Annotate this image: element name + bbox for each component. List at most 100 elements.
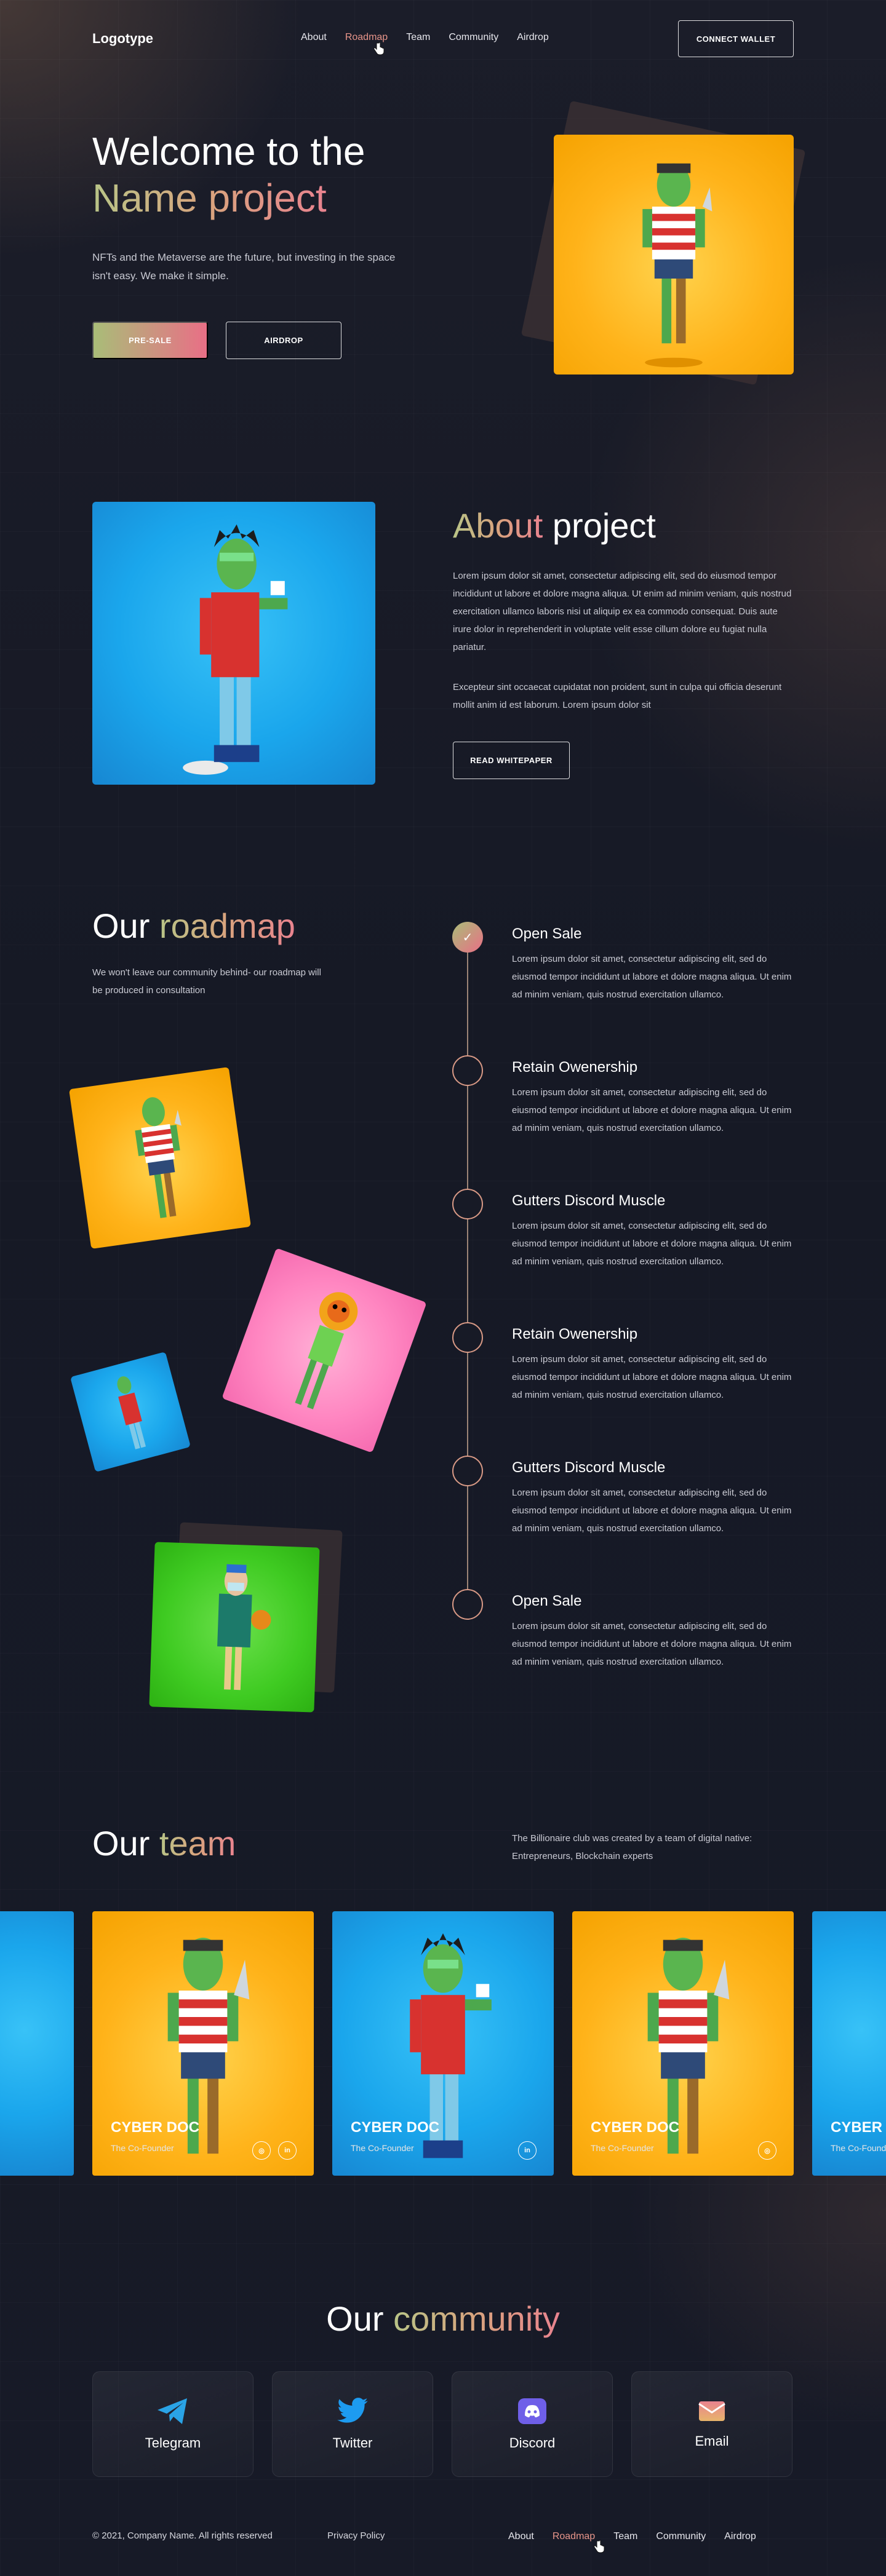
airdrop-button[interactable]: AIRDROP: [226, 322, 341, 359]
hero-subtitle: NFTs and the Metaverse are the future, b…: [92, 252, 396, 282]
nav-community[interactable]: Community: [449, 32, 498, 43]
roadmap-title: Our roadmap: [92, 906, 295, 946]
community-label: Email: [695, 2433, 729, 2449]
roadmap-title-accent: roadmap: [159, 906, 295, 945]
team-member-role: The Co-Founder: [351, 2143, 414, 2153]
footer-nav-community[interactable]: Community: [656, 2531, 706, 2542]
team-member-name: CYBER DOC: [111, 2119, 200, 2136]
cursor-hand-icon: [373, 42, 385, 55]
community-card-telegram[interactable]: Telegram: [92, 2371, 253, 2477]
copyright-text: © 2021, Company Name. All rights reserve…: [92, 2530, 273, 2541]
about-title: About project: [453, 505, 656, 545]
read-whitepaper-button[interactable]: READ WHITEPAPER: [453, 742, 570, 779]
discord-icon: [518, 2398, 546, 2424]
email-icon: [698, 2401, 725, 2421]
about-title-accent: About: [453, 506, 543, 545]
team-member-name: CYBER DOC: [831, 2119, 886, 2136]
roadmap-item-text: Lorem ipsum dolor sit amet, consectetur …: [512, 1087, 792, 1133]
community-title-accent: community: [393, 2299, 560, 2338]
timeline-line: [467, 935, 468, 1604]
team-title-plain: Our: [92, 1824, 150, 1863]
check-icon: ✓: [462, 930, 473, 945]
roadmap-item-text: Lorem ipsum dolor sit amet, consectetur …: [512, 1621, 792, 1667]
team-member-name: CYBER DOC: [351, 2119, 440, 2136]
background-grid: [0, 0, 886, 2576]
footer-nav-roadmap[interactable]: Roadmap: [553, 2531, 595, 2542]
footer-nav: About Roadmap Team Community Airdrop: [508, 2531, 756, 2542]
timeline-dot-done: ✓: [452, 922, 483, 953]
about-paragraph-2: Excepteur sint occaecat cupidatat non pr…: [453, 682, 782, 710]
team-member-role: The Co-Founder: [831, 2143, 886, 2153]
roadmap-item-text: Lorem ipsum dolor sit amet, consectetur …: [512, 1354, 792, 1400]
about-title-rest: project: [552, 506, 656, 545]
doctor-character: [217, 1564, 271, 1690]
team-member-role: The Co-Founder: [591, 2143, 654, 2153]
hero-nft-image: [554, 135, 794, 375]
roadmap-item-text: Lorem ipsum dolor sit amet, consectetur …: [512, 1488, 792, 1534]
roadmap-item-text: Lorem ipsum dolor sit amet, consectetur …: [512, 954, 792, 1000]
roadmap-item-title: Open Sale: [512, 1593, 582, 1609]
timeline-dot: [452, 1589, 483, 1620]
community-card-discord[interactable]: Discord: [452, 2371, 613, 2477]
team-title-accent: team: [159, 1824, 236, 1863]
roadmap-title-plain: Our: [92, 906, 150, 945]
privacy-policy-link[interactable]: Privacy Policy: [327, 2530, 385, 2541]
community-card-email[interactable]: Email: [631, 2371, 792, 2477]
telegram-icon: [158, 2398, 187, 2424]
team-card-partial-right[interactable]: CYBER DOC The Co-Founder: [812, 1911, 886, 2176]
team-card-partial-left[interactable]: [0, 1911, 74, 2176]
roadmap-item-title: Gutters Discord Muscle: [512, 1459, 666, 1476]
nav-team[interactable]: Team: [406, 32, 430, 43]
footer-nav-team[interactable]: Team: [613, 2531, 637, 2542]
team-member-role: The Co-Founder: [111, 2143, 174, 2153]
zombie-knife-character: [642, 163, 712, 368]
roadmap-image-2: [222, 1248, 427, 1453]
flower-character: [295, 1292, 358, 1409]
hero-title-line1: Welcome to the: [92, 129, 365, 173]
connect-wallet-button[interactable]: CONNECT WALLET: [678, 20, 794, 57]
main-nav: About Roadmap Team Community Airdrop: [301, 32, 549, 43]
presale-button[interactable]: PRE-SALE: [92, 322, 208, 359]
community-card-twitter[interactable]: Twitter: [272, 2371, 433, 2477]
hero-title: Welcome to the Name project: [92, 128, 365, 221]
community-title: Our community: [0, 2299, 886, 2339]
timeline-dot: [452, 1322, 483, 1353]
twitter-icon: [337, 2398, 368, 2423]
roadmap-image-1: [69, 1067, 251, 1249]
timeline-dot: [452, 1055, 483, 1086]
team-title: Our team: [92, 1823, 236, 1863]
roadmap-item-text: Lorem ipsum dolor sit amet, consectetur …: [512, 1221, 792, 1267]
roadmap-image-4: [149, 1542, 320, 1713]
about-nft-image: [92, 502, 375, 785]
zombie-cup-character: [183, 524, 288, 775]
community-label: Telegram: [145, 2435, 201, 2451]
instagram-icon[interactable]: ◎: [252, 2141, 271, 2160]
roadmap-item-title: Retain Owenership: [512, 1059, 638, 1076]
team-subtitle: The Billionaire club was created by a te…: [512, 1833, 752, 1861]
hero-title-line2: Name project: [92, 176, 327, 220]
roadmap-subtitle: We won't leave our community behind- our…: [92, 967, 321, 996]
roadmap-item-title: Retain Owenership: [512, 1326, 638, 1342]
timeline-dot: [452, 1189, 483, 1219]
footer-nav-airdrop[interactable]: Airdrop: [724, 2531, 756, 2542]
community-title-plain: Our: [326, 2299, 384, 2338]
community-label: Discord: [509, 2435, 556, 2451]
logo[interactable]: Logotype: [92, 31, 153, 47]
community-label: Twitter: [332, 2435, 373, 2451]
roadmap-item-title: Gutters Discord Muscle: [512, 1192, 666, 1209]
zombie-knife-character: [135, 1097, 182, 1218]
nav-about[interactable]: About: [301, 32, 327, 43]
timeline-dot: [452, 1456, 483, 1486]
roadmap-image-3: [70, 1352, 191, 1472]
linkedin-icon[interactable]: in: [278, 2141, 297, 2160]
page: Logotype About Roadmap Team Community Ai…: [0, 0, 886, 2576]
nav-airdrop[interactable]: Airdrop: [517, 32, 549, 43]
roadmap-item-title: Open Sale: [512, 925, 582, 942]
team-member-name: CYBER DOC: [591, 2119, 680, 2136]
cursor-hand-icon: [594, 2540, 605, 2553]
instagram-icon[interactable]: ◎: [758, 2141, 776, 2160]
linkedin-icon[interactable]: in: [518, 2141, 537, 2160]
about-paragraph-1: Lorem ipsum dolor sit amet, consectetur …: [453, 571, 792, 652]
footer-nav-about[interactable]: About: [508, 2531, 534, 2542]
zombie-cup-character: [117, 1376, 146, 1449]
